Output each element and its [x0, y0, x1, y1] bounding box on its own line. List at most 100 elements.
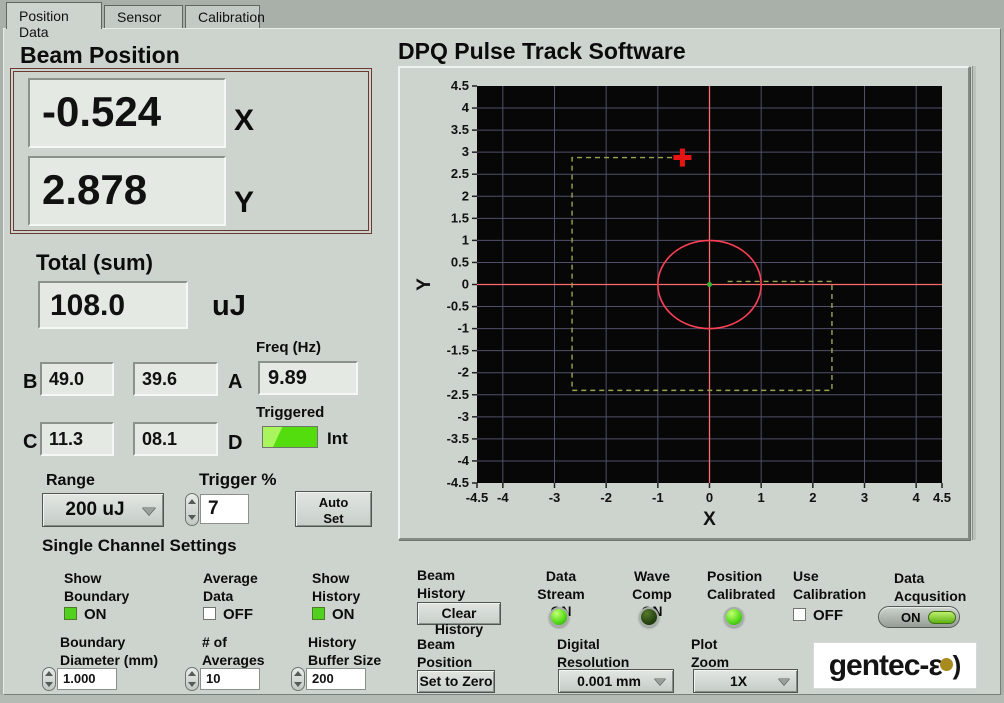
set-to-zero-button[interactable]: Set to Zero — [417, 670, 495, 693]
clear-history-button[interactable]: Clear History — [417, 602, 501, 637]
num-averages-input[interactable]: 10 — [200, 668, 260, 690]
trigger-pct-input[interactable]: 7 — [200, 494, 249, 524]
beam-y-label: Y — [234, 186, 255, 219]
svg-text:2: 2 — [462, 188, 469, 203]
show-history-checkbox[interactable] — [312, 607, 325, 620]
svg-text:-2: -2 — [600, 490, 612, 505]
boundary-diameter-input[interactable]: 1.000 — [57, 668, 117, 690]
triggered-label: Triggered — [256, 404, 325, 421]
dropdown-arrow-icon — [778, 678, 790, 685]
beam-position-ctrl-label: Beam Position — [417, 636, 473, 670]
svg-text:0: 0 — [706, 490, 713, 505]
average-data-label: Average Data — [203, 570, 258, 604]
svg-text:Y: Y — [414, 278, 435, 291]
svg-text:X: X — [703, 509, 716, 530]
boundary-diameter-label: Boundary Diameter (mm) — [60, 634, 159, 668]
use-calibration-label: Use Calibration — [793, 568, 867, 602]
data-acquisition-state: ON — [901, 610, 921, 625]
auto-set-button[interactable]: Auto Set — [295, 491, 372, 527]
digital-resolution-dropdown[interactable]: 0.001 mm — [558, 669, 674, 693]
logo-gold-dot-icon — [939, 658, 953, 671]
range-label: Range — [46, 472, 95, 489]
plot-zoom-label: Plot Zoom — [691, 636, 730, 670]
quadrant-c-label: C — [23, 431, 38, 453]
dropdown-arrow-icon — [142, 507, 156, 515]
beam-y-display: 2.878 — [28, 156, 226, 226]
history-buffer-spinner[interactable] — [291, 667, 305, 691]
svg-text:-3: -3 — [457, 409, 469, 424]
svg-text:1: 1 — [758, 490, 765, 505]
svg-text:-2.5: -2.5 — [447, 387, 469, 402]
plot-zoom-dropdown[interactable]: 1X — [693, 669, 798, 693]
graph-title: DPQ Pulse Track Software — [398, 38, 686, 64]
svg-text:-1.5: -1.5 — [447, 343, 469, 358]
spinner-down-icon[interactable] — [45, 682, 53, 687]
svg-text:-4: -4 — [457, 453, 469, 468]
beam-x-label: X — [234, 104, 255, 137]
average-data-state: OFF — [223, 606, 253, 623]
svg-text:-1: -1 — [652, 490, 664, 505]
position-calibrated-label: Position Calibrated — [707, 568, 776, 602]
data-stream-led — [549, 607, 569, 627]
tab-strip: Position Data Sensor Data Calibration — [0, 0, 1004, 41]
svg-text:-1: -1 — [457, 321, 469, 336]
svg-text:1.5: 1.5 — [451, 210, 469, 225]
data-acquisition-toggle[interactable]: ON — [878, 606, 960, 628]
quadrant-a-label: A — [228, 371, 243, 393]
svg-text:4: 4 — [462, 100, 470, 115]
svg-text:-2: -2 — [457, 365, 469, 380]
spinner-up-icon[interactable] — [294, 671, 302, 676]
spinner-down-icon[interactable] — [188, 514, 196, 520]
data-acquisition-label: Data Acqusition — [894, 570, 967, 604]
history-buffer-label: History Buffer Size — [308, 634, 382, 668]
use-calibration-state: OFF — [813, 607, 843, 624]
digital-resolution-value: 0.001 mm — [577, 673, 641, 689]
svg-text:4.5: 4.5 — [451, 78, 469, 93]
xy-plot: -4.5 -4 -3 -2 -1 0 1 2 3 4 4.5 4.5 4 3.5 3 2.5 2 1.5 1 0.5 0… — [414, 78, 951, 530]
svg-text:4: 4 — [913, 490, 921, 505]
svg-text:-4: -4 — [497, 490, 509, 505]
svg-text:3: 3 — [462, 144, 469, 159]
history-buffer-input[interactable]: 200 — [306, 668, 366, 690]
trigger-pct-spinner[interactable] — [185, 493, 199, 526]
freq-label: Freq (Hz) — [256, 339, 321, 356]
range-dropdown[interactable]: 200 uJ — [42, 493, 164, 527]
show-history-label: Show History — [312, 570, 361, 604]
svg-text:1: 1 — [462, 232, 469, 247]
total-sum-display: 108.0 — [38, 281, 188, 329]
logo-paren: ) — [952, 650, 962, 680]
quadrant-b-label: B — [23, 371, 38, 393]
tab-sensor-data[interactable]: Sensor Data — [104, 5, 183, 41]
spinner-up-icon[interactable] — [188, 499, 196, 505]
tab-position-data[interactable]: Position Data — [6, 2, 102, 40]
dropdown-arrow-icon — [654, 678, 666, 685]
tab-calibration[interactable]: Calibration — [185, 5, 265, 28]
boundary-diameter-spinner[interactable] — [42, 667, 56, 691]
svg-text:3.5: 3.5 — [451, 122, 469, 137]
dpq-pulse-track-window: Position Data Sensor Data Calibration Be… — [0, 0, 1004, 703]
spinner-up-icon[interactable] — [45, 671, 53, 676]
show-boundary-checkbox[interactable] — [64, 607, 77, 620]
position-calibrated-led — [724, 607, 744, 627]
svg-text:2.5: 2.5 — [451, 166, 469, 181]
plot-zoom-value: 1X — [729, 673, 748, 689]
use-calibration-checkbox[interactable] — [793, 608, 806, 621]
svg-text:2: 2 — [809, 490, 816, 505]
spinner-up-icon[interactable] — [188, 671, 196, 676]
average-data-checkbox[interactable] — [203, 607, 216, 620]
svg-text:-4.5: -4.5 — [466, 490, 488, 505]
range-value: 200 uJ — [65, 499, 125, 520]
show-boundary-state: ON — [84, 606, 107, 623]
spinner-down-icon[interactable] — [294, 682, 302, 687]
triggered-indicator — [262, 426, 318, 448]
svg-text:4.5: 4.5 — [933, 490, 951, 505]
beam-position-title: Beam Position — [20, 42, 180, 68]
beam-x-display: -0.524 — [28, 78, 226, 148]
svg-text:0.5: 0.5 — [451, 254, 469, 269]
svg-text:-3: -3 — [549, 490, 561, 505]
freq-display: 9.89 — [258, 361, 358, 395]
trigger-pct-label: Trigger % — [199, 470, 277, 489]
spinner-down-icon[interactable] — [188, 682, 196, 687]
show-boundary-label: Show Boundary — [64, 570, 130, 604]
num-averages-spinner[interactable] — [185, 667, 199, 691]
